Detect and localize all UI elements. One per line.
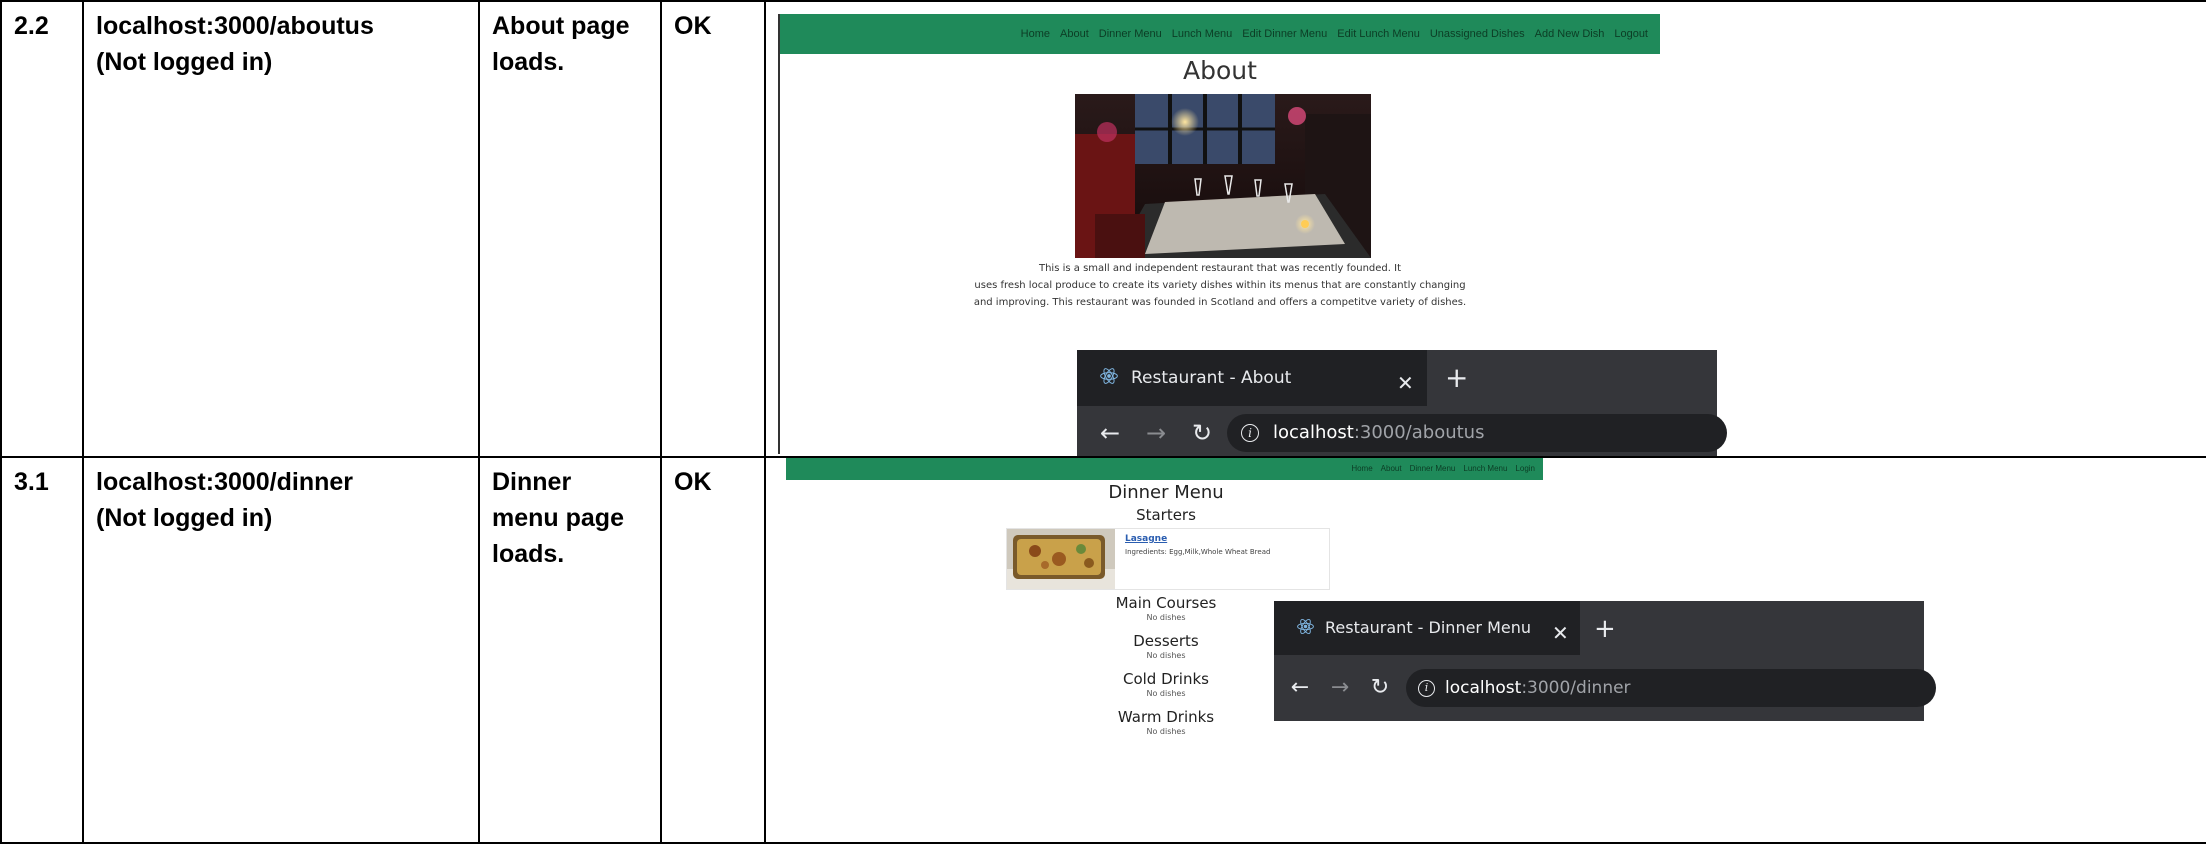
description-line: This is a small and independent restaura…	[1038, 263, 1401, 274]
expected-result-cell: Dinner menu page loads.	[478, 456, 662, 844]
close-icon[interactable]: ✕	[1397, 365, 1414, 401]
nav-link-lunch-menu[interactable]: Lunch Menu	[1172, 16, 1233, 52]
expected-line: menu page	[492, 504, 624, 532]
test-input-cell: localhost:3000/aboutus (Not logged in)	[82, 0, 480, 458]
empty-section-text: No dishes	[1146, 727, 1186, 736]
test-id: 2.2	[14, 12, 49, 40]
expected-line: loads.	[492, 540, 565, 568]
table-row: 3.1 localhost:3000/dinner (Not logged in…	[0, 456, 2206, 844]
result-status: OK	[674, 468, 712, 496]
site-navbar: Home About Dinner Menu Lunch Menu Login	[786, 459, 1543, 480]
nav-link-unassigned-dishes[interactable]: Unassigned Dishes	[1430, 16, 1525, 52]
nav-link-dinner-menu[interactable]: Dinner Menu	[1099, 16, 1162, 52]
forward-arrow-icon[interactable]: →	[1133, 415, 1179, 451]
test-url: localhost:3000/dinner	[96, 468, 354, 496]
test-id-cell: 3.1	[0, 456, 84, 844]
test-condition: (Not logged in)	[96, 48, 273, 76]
dish-ingredients: Ingredients: Egg,Milk,Whole Wheat Bread	[1125, 548, 1271, 556]
nav-link-edit-dinner-menu[interactable]: Edit Dinner Menu	[1242, 16, 1327, 52]
url-text: localhost:3000/dinner	[1445, 678, 1631, 698]
browser-chrome: Restaurant - About ✕ + ← → ↻ i localhost…	[1077, 350, 1727, 455]
nav-link-edit-lunch-menu[interactable]: Edit Lunch Menu	[1337, 16, 1420, 52]
forward-arrow-icon[interactable]: →	[1320, 670, 1360, 706]
expected-line: loads.	[492, 48, 565, 76]
test-results-table: 2.2 localhost:3000/aboutus (Not logged i…	[0, 0, 2206, 844]
back-arrow-icon[interactable]: ←	[1087, 415, 1133, 451]
reload-icon[interactable]: ↻	[1179, 415, 1225, 451]
expected-result-cell: About page loads.	[478, 0, 662, 458]
table-row: 2.2 localhost:3000/aboutus (Not logged i…	[0, 0, 2206, 458]
page-title: Dinner Menu	[1108, 482, 1224, 503]
react-logo-icon	[1099, 360, 1119, 396]
site-navbar: Home About Dinner Menu Lunch Menu Edit D…	[780, 14, 1660, 54]
description-line: uses fresh local produce to create its v…	[974, 280, 1466, 291]
react-logo-icon	[1296, 610, 1315, 646]
browser-chrome: Restaurant - Dinner Menu ✕ + ← → ↻ i loc…	[1274, 601, 1936, 721]
description-line: and improving. This restaurant was found…	[973, 297, 1467, 308]
browser-tab[interactable]: Restaurant - Dinner Menu ✕	[1274, 601, 1580, 655]
test-id-cell: 2.2	[0, 0, 84, 458]
restaurant-photo	[1075, 94, 1371, 258]
actual-result-cell: OK	[660, 456, 766, 844]
dish-name-link[interactable]: Lasagne	[1125, 533, 1167, 545]
browser-tab[interactable]: Restaurant - About ✕	[1077, 350, 1427, 406]
url-text: localhost:3000/aboutus	[1273, 422, 1485, 443]
test-id: 3.1	[14, 468, 49, 496]
dish-card: Lasagne Ingredients: Egg,Milk,Whole Whea…	[1006, 528, 1330, 590]
expected-line: About page	[492, 12, 630, 40]
about-description: This is a small and independent restaura…	[780, 260, 1660, 311]
test-url: localhost:3000/aboutus	[96, 12, 374, 40]
nav-link-add-new-dish[interactable]: Add New Dish	[1535, 16, 1605, 52]
tab-title: Restaurant - Dinner Menu	[1325, 618, 1532, 637]
result-status: OK	[674, 12, 712, 40]
close-icon[interactable]: ✕	[1552, 615, 1569, 651]
info-icon[interactable]: i	[1418, 679, 1435, 697]
nav-link-home[interactable]: Home	[1021, 16, 1050, 52]
section-title-starters: Starters	[1136, 506, 1196, 524]
test-input-cell: localhost:3000/dinner (Not logged in)	[82, 456, 480, 844]
reload-icon[interactable]: ↻	[1360, 670, 1400, 706]
info-icon[interactable]: i	[1241, 424, 1259, 442]
nav-link-logout[interactable]: Logout	[1614, 16, 1648, 52]
screenshot-cell: Home About Dinner Menu Lunch Menu Edit D…	[764, 0, 2206, 458]
actual-result-cell: OK	[660, 0, 766, 458]
new-tab-icon[interactable]: +	[1594, 611, 1616, 647]
new-tab-icon[interactable]: +	[1445, 360, 1468, 396]
page-title: About	[1183, 56, 1257, 85]
tab-title: Restaurant - About	[1131, 368, 1292, 388]
address-bar[interactable]: i localhost:3000/dinner	[1406, 669, 1936, 707]
screenshot-cell: Home About Dinner Menu Lunch Menu Login …	[764, 456, 2206, 844]
expected-line: Dinner	[492, 468, 572, 496]
nav-link-about[interactable]: About	[1060, 16, 1089, 52]
dish-photo	[1007, 529, 1115, 589]
back-arrow-icon[interactable]: ←	[1280, 670, 1320, 706]
test-condition: (Not logged in)	[96, 504, 273, 532]
address-bar[interactable]: i localhost:3000/aboutus	[1227, 414, 1727, 452]
